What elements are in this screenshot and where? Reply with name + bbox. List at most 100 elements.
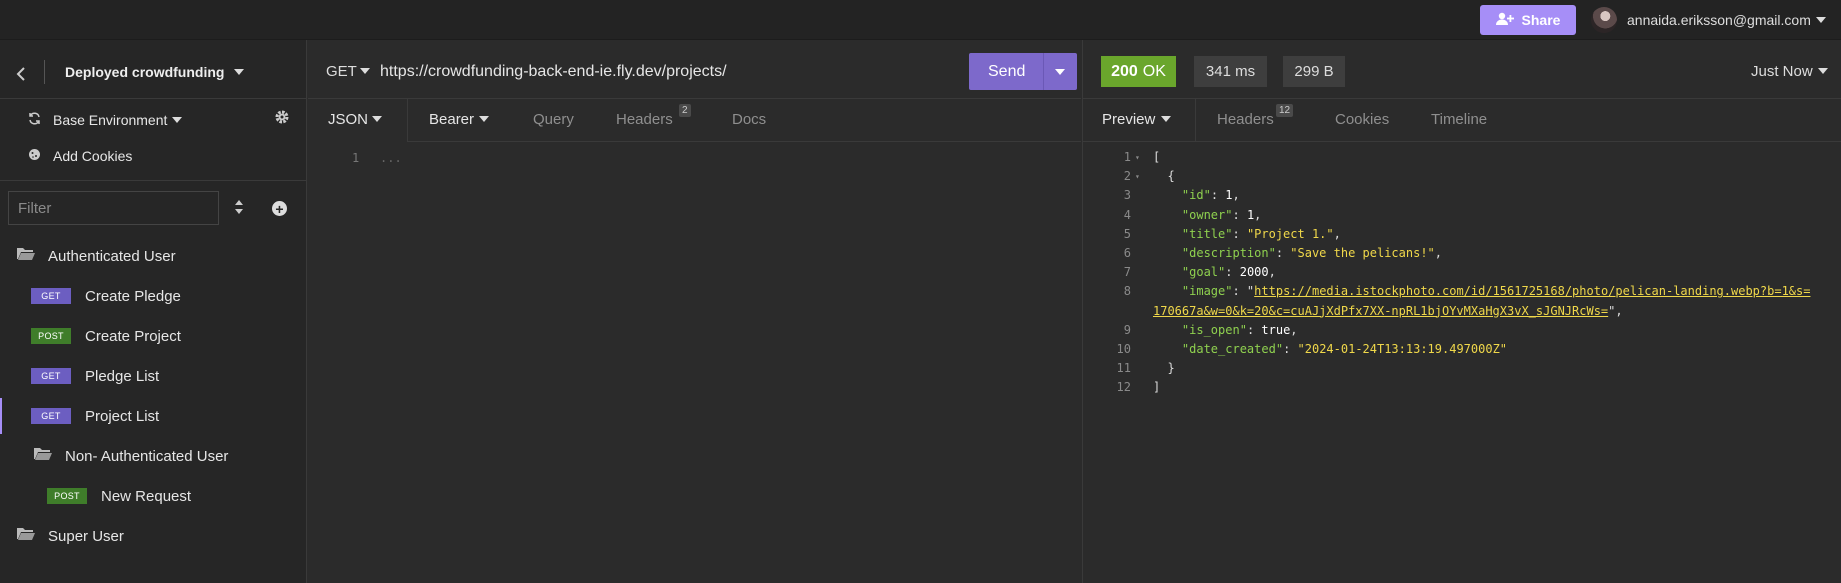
json-key: "date_created"	[1181, 341, 1284, 356]
share-button[interactable]: Share	[1480, 5, 1576, 35]
code-line: 12]	[1116, 380, 1161, 395]
send-options-chevron-icon[interactable]	[1055, 69, 1065, 75]
method-badge: GET	[31, 288, 71, 304]
code-line: 8 "image": "https://media.istockphoto.co…	[1123, 284, 1811, 318]
tab-cookies[interactable]: Cookies	[1335, 111, 1389, 128]
headers-count-badge: 2	[679, 104, 691, 117]
code-line: 10 "date_created": "2024-01-24T13:13:19.…	[1116, 341, 1508, 356]
method-selector[interactable]: GET	[326, 63, 357, 80]
code-line: 2 ▾ {	[1123, 169, 1175, 184]
chevron-down-icon[interactable]	[1816, 17, 1826, 23]
chevron-down-icon[interactable]	[1818, 68, 1828, 74]
divider	[308, 141, 1081, 142]
code-line: 4 "owner": 1,	[1123, 207, 1262, 222]
tab-auth[interactable]: Bearer	[429, 111, 474, 128]
json-key: "title"	[1181, 226, 1233, 241]
folder-label: Non- Authenticated User	[65, 447, 229, 465]
json-value: "Project 1."	[1246, 226, 1334, 241]
json-value: 1	[1225, 188, 1233, 203]
add-cookies-button[interactable]: Add Cookies	[53, 148, 132, 164]
code-line: 7 "goal": 2000,	[1123, 265, 1276, 280]
json-key: "id"	[1181, 188, 1211, 203]
cookie-icon	[28, 148, 41, 164]
method-badge: POST	[47, 488, 87, 504]
json-value: 1	[1246, 207, 1255, 222]
sidebar-item-new-request[interactable]: POST New Request	[47, 476, 191, 516]
folder-non-authenticated-user[interactable]: Non- Authenticated User	[33, 436, 228, 476]
sidebar-item-project-list[interactable]: GET Project List	[31, 396, 159, 436]
sidebar-item-create-pledge[interactable]: GET Create Pledge	[31, 276, 181, 316]
url-input[interactable]: https://crowdfunding-back-end-ie.fly.dev…	[380, 63, 727, 81]
tab-response-headers[interactable]: Headers	[1217, 111, 1274, 128]
folder-open-icon	[16, 526, 36, 546]
chevron-down-icon[interactable]	[234, 69, 244, 75]
response-history-selector[interactable]: Just Now	[1751, 63, 1813, 80]
body-editor-placeholder[interactable]: ...	[380, 151, 402, 165]
sidebar-item-pledge-list[interactable]: GET Pledge List	[31, 356, 159, 396]
chevron-down-icon[interactable]	[360, 68, 370, 74]
folder-open-icon	[33, 446, 53, 466]
headers-count-badge: 12	[1276, 104, 1294, 117]
json-key: "is_open"	[1181, 322, 1247, 337]
status-code: 200	[1111, 62, 1138, 80]
code-line: 1 ▾[	[1123, 150, 1161, 164]
share-label: Share	[1521, 12, 1561, 28]
gear-icon[interactable]	[274, 109, 290, 130]
user-plus-icon	[1495, 12, 1514, 29]
request-label: Project List	[85, 407, 160, 425]
folder-label: Super User	[48, 527, 124, 545]
json-value: true	[1261, 322, 1291, 337]
environment-selector[interactable]: Base Environment	[53, 112, 167, 128]
method-badge: POST	[31, 328, 71, 344]
tab-query[interactable]: Query	[533, 111, 574, 128]
code-line: 9 "is_open": true,	[1123, 322, 1298, 337]
json-key: "goal"	[1181, 265, 1226, 280]
request-label: Pledge List	[85, 367, 160, 385]
divider	[1043, 53, 1044, 90]
back-chevron-icon[interactable]	[16, 65, 26, 86]
method-badge: GET	[31, 408, 71, 424]
response-body-viewer[interactable]: 1 ▾[ 2 ▾ { 3 "id": 1, 4 "owner": 1, 5 "tit…	[1101, 148, 1841, 397]
folder-super-user[interactable]: Super User	[16, 516, 124, 556]
response-size-badge: 299 B	[1283, 56, 1345, 87]
sort-icon[interactable]	[234, 199, 244, 215]
json-link-value[interactable]: https://media.istockphoto.com/id/1561725…	[1153, 284, 1810, 317]
workspace-title[interactable]: Deployed crowdfunding	[65, 64, 224, 80]
send-label[interactable]: Send	[988, 63, 1025, 81]
chevron-down-icon[interactable]	[172, 117, 182, 123]
folder-authenticated-user[interactable]: Authenticated User	[16, 236, 176, 276]
refresh-icon	[28, 112, 41, 128]
status-text: OK	[1142, 62, 1166, 80]
active-item-marker	[0, 398, 2, 434]
code-line: 3 "id": 1,	[1123, 188, 1240, 203]
json-key: "description"	[1181, 245, 1276, 260]
avatar[interactable]	[1591, 7, 1617, 33]
response-time-badge: 341 ms	[1194, 56, 1267, 87]
code-line: 11 }	[1116, 361, 1175, 376]
sidebar-item-create-project[interactable]: POST Create Project	[31, 316, 181, 356]
chevron-down-icon[interactable]	[372, 116, 382, 122]
code-line: 6 "description": "Save the pelicans!",	[1123, 245, 1443, 260]
divider	[44, 60, 45, 84]
add-circle-icon[interactable]: +	[272, 201, 287, 216]
request-label: Create Project	[85, 327, 181, 345]
request-label: Create Pledge	[85, 287, 181, 305]
user-email[interactable]: annaida.eriksson@gmail.com	[1627, 12, 1811, 28]
line-number: 1	[352, 151, 360, 165]
tab-preview[interactable]: Preview	[1102, 111, 1155, 128]
tab-timeline[interactable]: Timeline	[1431, 111, 1487, 128]
filter-input[interactable]	[8, 191, 219, 225]
code-line: 5 "title": "Project 1.",	[1123, 226, 1341, 241]
tab-headers[interactable]: Headers	[616, 111, 673, 128]
json-value: 2000	[1239, 265, 1269, 280]
divider	[308, 98, 1081, 99]
status-badge: 200 OK	[1101, 56, 1176, 87]
chevron-down-icon[interactable]	[1161, 116, 1171, 122]
tab-docs[interactable]: Docs	[732, 111, 766, 128]
method-badge: GET	[31, 368, 71, 384]
divider	[0, 180, 307, 181]
request-label: New Request	[101, 487, 192, 505]
chevron-down-icon[interactable]	[479, 116, 489, 122]
tab-body[interactable]: JSON	[328, 111, 368, 128]
json-value: "Save the pelicans!"	[1290, 245, 1435, 260]
